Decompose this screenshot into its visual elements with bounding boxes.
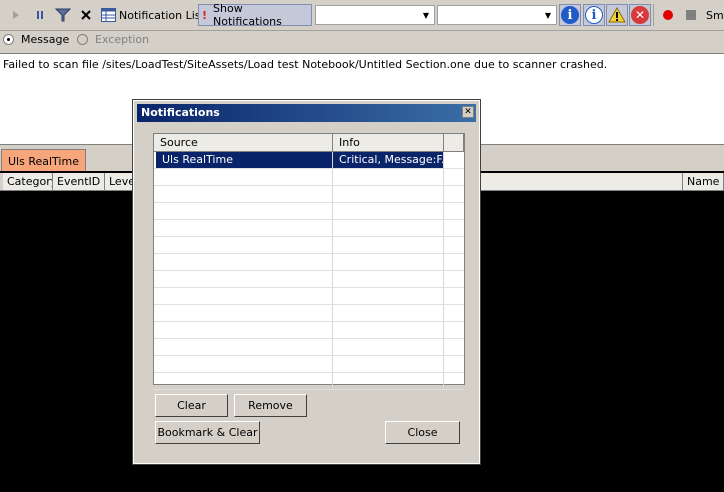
smart-label: Sma	[706, 8, 724, 22]
clear-button[interactable]: Clear	[155, 394, 228, 417]
verbose-info-filter-button[interactable]: i	[559, 4, 581, 26]
filter-combo-2[interactable]: ▼	[437, 5, 557, 25]
chevron-down-icon[interactable]: ▼	[418, 6, 434, 24]
list-cell-empty	[333, 305, 444, 321]
record-icon[interactable]	[657, 4, 679, 26]
info-icon: i	[561, 6, 579, 24]
list-item-empty	[154, 339, 464, 356]
list-item-empty	[154, 288, 464, 305]
list-cell-empty	[333, 322, 444, 338]
list-cell-empty	[333, 237, 444, 253]
list-item-empty	[154, 322, 464, 339]
close-icon[interactable]: ✕	[462, 106, 474, 118]
list-column-blank[interactable]	[444, 134, 464, 151]
list-cell-empty	[154, 237, 333, 253]
notifications-list[interactable]: Source Info Uls RealTime Critical, Messa…	[153, 133, 465, 390]
list-item-info: Critical, Message:F...	[333, 152, 444, 168]
list-item-empty	[154, 271, 464, 288]
list-cell-empty	[333, 339, 444, 355]
error-icon: ✕	[631, 6, 649, 24]
notifications-dialog: Notifications ✕ Source Info Uls RealTime…	[132, 99, 481, 465]
list-cell-empty	[154, 356, 333, 372]
tab-uls-realtime[interactable]: Uls RealTime	[1, 149, 86, 172]
list-column-source[interactable]: Source	[154, 134, 333, 151]
list-item-empty	[154, 203, 464, 220]
bookmark-clear-button[interactable]: Bookmark & Clear	[155, 421, 260, 444]
notification-list-label: Notification List	[119, 8, 205, 22]
error-filter-button[interactable]: ✕	[629, 4, 651, 26]
list-cell-empty	[333, 373, 444, 389]
list-cell-empty	[333, 271, 444, 287]
play-icon[interactable]	[5, 4, 27, 26]
list-cell-empty	[154, 288, 333, 304]
info-outline-icon: i	[585, 6, 603, 24]
message-radio-label[interactable]: Message	[21, 33, 69, 46]
info-filter-button[interactable]: i	[583, 4, 605, 26]
exclamation-icon: !	[202, 8, 208, 22]
list-column-info[interactable]: Info	[333, 134, 444, 151]
show-notifications-label: Show Notifications	[213, 2, 282, 28]
list-cell-empty	[333, 203, 444, 219]
dialog-title: Notifications	[141, 106, 220, 119]
chevron-down-icon[interactable]: ▼	[540, 6, 556, 24]
list-item[interactable]: Uls RealTime Critical, Message:F...	[154, 152, 464, 169]
list-cell-empty	[154, 169, 333, 185]
list-cell-empty	[333, 220, 444, 236]
grid-column-category[interactable]: Category	[3, 173, 53, 190]
list-item-empty	[154, 186, 464, 203]
dialog-title-bar[interactable]: Notifications ✕	[137, 104, 476, 122]
close-button[interactable]: Close	[385, 421, 460, 444]
stop-icon[interactable]	[680, 4, 702, 26]
notification-list-button[interactable]: Notification List	[98, 4, 208, 26]
list-cell-empty	[333, 169, 444, 185]
view-mode-radio-group: Message Exception	[0, 31, 724, 49]
list-item-empty	[154, 356, 464, 373]
show-notifications-button[interactable]: ! Show Notifications	[198, 2, 312, 28]
filter-icon[interactable]	[52, 4, 74, 26]
toolbar: Notification List ! Show Notifications ▼…	[0, 0, 724, 31]
list-item-source: Uls RealTime	[156, 152, 333, 168]
list-cell-empty	[154, 373, 333, 389]
list-cell-empty	[154, 305, 333, 321]
list-item-empty	[154, 373, 464, 390]
list-cell-empty	[154, 203, 333, 219]
list-cell-empty	[154, 339, 333, 355]
warning-icon	[608, 7, 626, 23]
grid-column-eventid[interactable]: EventID	[53, 173, 105, 190]
remove-button[interactable]: Remove	[234, 394, 307, 417]
message-radio[interactable]	[3, 34, 14, 45]
pause-icon[interactable]	[29, 4, 51, 26]
list-item-empty	[154, 220, 464, 237]
exception-radio-label[interactable]: Exception	[95, 33, 149, 46]
list-cell-empty	[154, 220, 333, 236]
smart-button[interactable]: Sma	[703, 4, 724, 26]
list-cell-empty	[333, 186, 444, 202]
exception-radio[interactable]	[77, 34, 88, 45]
list-cell-empty	[154, 186, 333, 202]
filter-combo-1[interactable]: ▼	[315, 5, 435, 25]
message-text: Failed to scan file /sites/LoadTest/Site…	[3, 58, 608, 71]
warning-filter-button[interactable]	[606, 4, 628, 26]
list-item-empty	[154, 305, 464, 322]
list-cell-empty	[333, 356, 444, 372]
list-header: Source Info	[154, 134, 464, 152]
list-cell-empty	[154, 271, 333, 287]
list-cell-empty	[333, 288, 444, 304]
toolbar-separator	[653, 4, 654, 26]
table-icon	[101, 8, 116, 22]
list-item-empty	[154, 169, 464, 186]
list-cell-empty	[154, 254, 333, 270]
list-cell-empty	[333, 254, 444, 270]
list-item-empty	[154, 237, 464, 254]
list-item-empty	[154, 254, 464, 271]
list-cell-empty	[154, 322, 333, 338]
close-icon[interactable]	[75, 4, 97, 26]
grid-column-name[interactable]: Name	[683, 173, 724, 190]
